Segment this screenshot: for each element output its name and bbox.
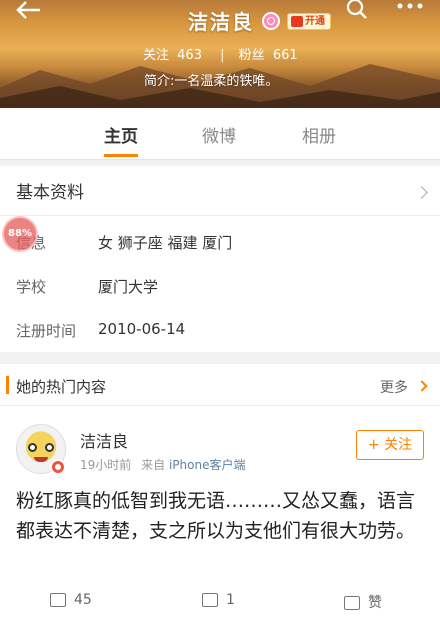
search-icon[interactable]: [344, 0, 370, 22]
stats-divider: |: [220, 48, 225, 63]
hot-content-title: 她的热门内容: [16, 378, 107, 396]
follow-label[interactable]: 关注: [143, 48, 169, 63]
post-actions: 45 1 赞: [0, 590, 440, 620]
section-accent-bar: [6, 376, 9, 394]
back-icon[interactable]: [14, 0, 44, 22]
basic-info-title[interactable]: 基本资料: [16, 178, 84, 203]
chevron-right-icon[interactable]: [416, 380, 428, 392]
post-source[interactable]: iPhone客户端: [169, 458, 246, 472]
tab-album[interactable]: 相册: [302, 122, 336, 147]
profile-bio: 简介:一名温柔的铁唯。: [144, 74, 279, 89]
school-label: 学校: [16, 278, 47, 296]
comment-icon: [202, 593, 218, 607]
hot-content-header: 她的热门内容 更多: [0, 364, 440, 406]
repost-button[interactable]: 45: [50, 592, 92, 608]
profile-stats: 关注 463 | 粉丝 661: [143, 44, 302, 63]
register-time-label: 注册时间: [16, 322, 77, 340]
search-badge-icon[interactable]: [262, 12, 280, 30]
repost-icon: [50, 593, 66, 607]
basic-info-card: 基本资料 信息 女 狮子座 福建 厦门 学校 厦门大学 注册时间 2010-06…: [0, 166, 440, 352]
school-value: 厦门大学: [98, 278, 159, 296]
post-username[interactable]: 洁洁良: [80, 428, 128, 452]
like-label: 赞: [368, 595, 382, 611]
tab-weibo[interactable]: 微博: [202, 122, 236, 147]
avatar-eye: [28, 443, 37, 452]
avatar-eye: [45, 443, 54, 452]
verified-badge-icon: [50, 459, 66, 475]
crown-icon: [291, 16, 303, 27]
vip-badge-label: 开通: [305, 16, 325, 27]
hot-content-card: 她的热门内容 更多 洁洁良 19小时前 来自 iPhone客户端 + 关注 粉红…: [0, 364, 440, 620]
info-value: 女 狮子座 福建 厦门: [98, 234, 233, 252]
like-icon: [344, 596, 360, 610]
profile-username: 洁洁良: [188, 10, 254, 34]
follow-count[interactable]: 463: [177, 48, 202, 63]
chevron-right-icon[interactable]: [415, 186, 428, 199]
active-tab-indicator: [104, 154, 138, 157]
post-text[interactable]: 粉红豚真的低智到我无语………又怂又蠢，语言都表达不清楚，支之所以为支他们有很大功…: [16, 486, 428, 546]
divider: [0, 215, 440, 216]
progress-badge[interactable]: 88%: [2, 216, 38, 252]
vip-badge[interactable]: 开通: [287, 13, 331, 30]
avatar-mouth: [34, 457, 48, 462]
post-from-label: 来自: [141, 458, 166, 472]
fans-count[interactable]: 661: [273, 48, 298, 63]
more-link[interactable]: 更多: [380, 377, 408, 397]
tab-home[interactable]: 主页: [104, 122, 138, 147]
post-meta: 19小时前 来自 iPhone客户端: [80, 456, 245, 473]
like-button[interactable]: 赞: [344, 592, 382, 612]
fans-label[interactable]: 粉丝: [239, 48, 265, 63]
comment-button[interactable]: 1: [202, 592, 235, 608]
repost-count: 45: [74, 592, 92, 608]
register-time-value: 2010-06-14: [98, 320, 186, 338]
more-icon[interactable]: [396, 2, 424, 26]
comment-count: 1: [226, 592, 235, 608]
follow-button[interactable]: + 关注: [356, 430, 424, 460]
profile-banner: 洁洁良 开通 关注 463 | 粉丝 661 简介:一名温柔的铁唯。: [0, 0, 440, 108]
post-time: 19小时前: [80, 458, 132, 472]
profile-tabs: 主页 微博 相册: [0, 108, 440, 160]
